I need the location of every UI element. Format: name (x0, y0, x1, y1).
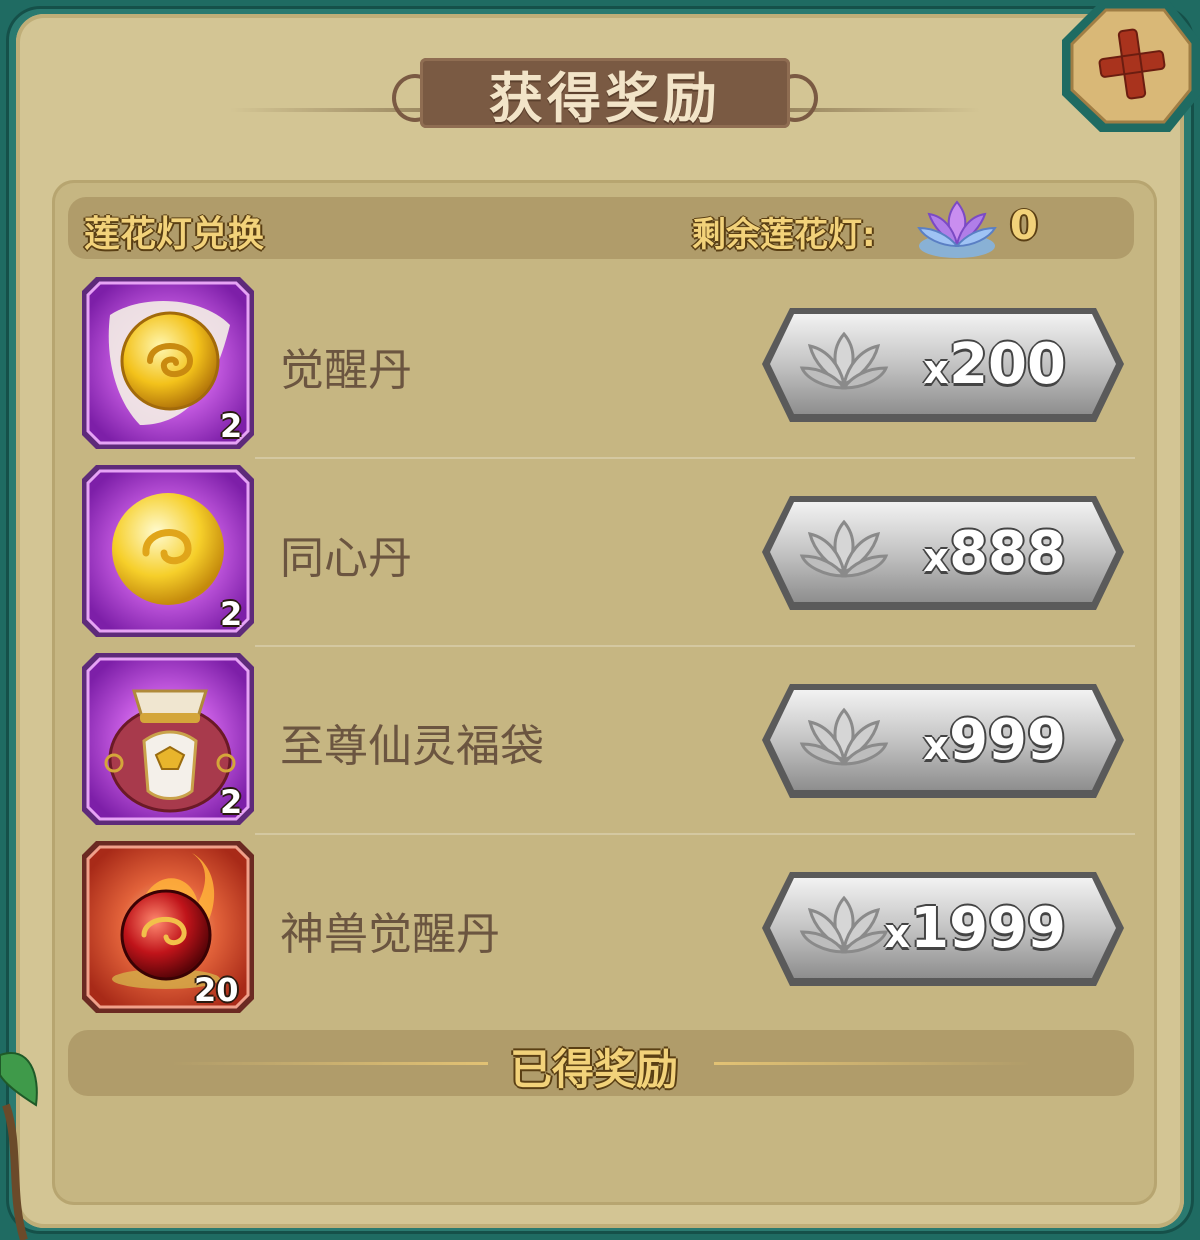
remaining-count: 0 (1010, 203, 1038, 249)
row-divider (255, 645, 1135, 647)
item-name: 同心丹 (280, 533, 412, 584)
item-count: 2 (220, 407, 243, 445)
exchange-button[interactable]: x888 (760, 490, 1126, 616)
exchange-button[interactable]: x1999 (760, 866, 1126, 992)
obtained-divider-left (170, 1062, 488, 1065)
title-banner: 获得奖励 (420, 58, 790, 130)
item-slot[interactable]: 20 (80, 839, 256, 1015)
cost-label: x200 (923, 332, 1066, 397)
cost-label: x999 (923, 708, 1066, 773)
row-divider (255, 457, 1135, 459)
title-divider-right (790, 108, 980, 112)
item-slot[interactable]: 2 (80, 463, 256, 639)
dialog-title: 获得奖励 (489, 66, 721, 130)
exchange-label: 莲花灯兑换 (84, 214, 265, 255)
item-slot[interactable]: 2 (80, 275, 256, 451)
remaining-label: 剩余莲花灯: (692, 215, 876, 255)
item-count: 20 (194, 971, 239, 1009)
close-button[interactable] (1060, 0, 1200, 132)
lotus-lamp-icon (917, 200, 997, 258)
row-divider (255, 833, 1135, 835)
close-x-icon (1062, 2, 1200, 132)
item-slot[interactable]: 2 (80, 651, 256, 827)
item-name: 至尊仙灵福袋 (280, 721, 544, 772)
cost-label: x888 (923, 520, 1066, 585)
obtained-rewards-label: 已得奖励 (510, 1045, 679, 1094)
leaf-decoration-icon (0, 1052, 38, 1240)
cost-label: x1999 (884, 896, 1066, 961)
item-count: 2 (220, 783, 243, 821)
item-name: 神兽觉醒丹 (280, 909, 500, 960)
obtained-divider-right (714, 1062, 1032, 1065)
exchange-button[interactable]: x200 (760, 302, 1126, 428)
item-name: 觉醒丹 (280, 345, 412, 396)
exchange-button[interactable]: x999 (760, 678, 1126, 804)
item-count: 2 (220, 595, 243, 633)
